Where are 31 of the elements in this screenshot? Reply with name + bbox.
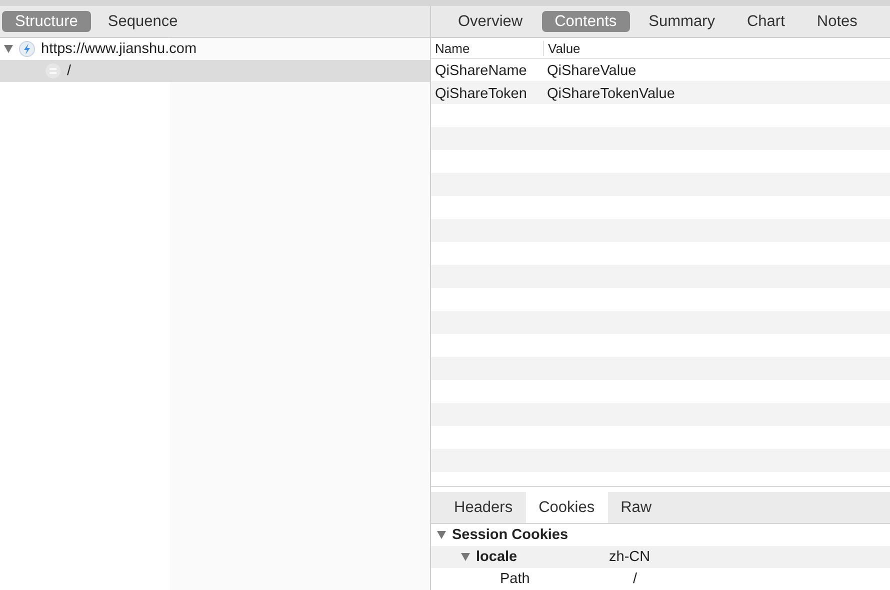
tab[interactable]: Notes (804, 11, 870, 32)
cookie-row[interactable]: locale zh-CN (431, 546, 890, 568)
cookie-value: / (633, 571, 638, 587)
cookie-row[interactable]: Session Cookies (431, 524, 890, 546)
cookie-name: Path (500, 571, 530, 587)
lightning-icon (19, 41, 35, 57)
column-header[interactable]: Value (544, 40, 580, 56)
tree-label: / (67, 63, 72, 79)
caret-icon[interactable] (437, 531, 446, 539)
tab[interactable]: Overview (445, 11, 536, 32)
table-cell-text: QiShareToken (434, 86, 528, 102)
equals-icon (45, 63, 61, 79)
tab[interactable]: Headers (441, 492, 526, 523)
cookie-value: zh-CN (609, 549, 650, 565)
tree-row[interactable]: https://www.jianshu.com (0, 38, 430, 60)
tree-row[interactable]: / (0, 60, 430, 82)
table-cell-text: QiShareTokenValue (546, 86, 675, 102)
table-cell-text: QiShareName (434, 62, 528, 78)
table-cell-text: QiShareValue (546, 62, 636, 78)
caret-icon[interactable] (4, 45, 13, 53)
column-header[interactable]: Name (431, 40, 544, 56)
tab[interactable]: Summary (636, 11, 728, 32)
tree-label: https://www.jianshu.com (41, 41, 197, 57)
cookie-name: locale (476, 549, 518, 565)
tab[interactable]: Cookies (526, 492, 608, 523)
tab[interactable]: Chart (734, 11, 798, 32)
tab[interactable]: Raw (608, 492, 665, 523)
tab[interactable]: Sequence (94, 11, 191, 32)
cookie-name: Session Cookies (452, 527, 568, 543)
caret-icon[interactable] (461, 553, 470, 561)
cookie-row[interactable]: Path / (431, 568, 890, 590)
